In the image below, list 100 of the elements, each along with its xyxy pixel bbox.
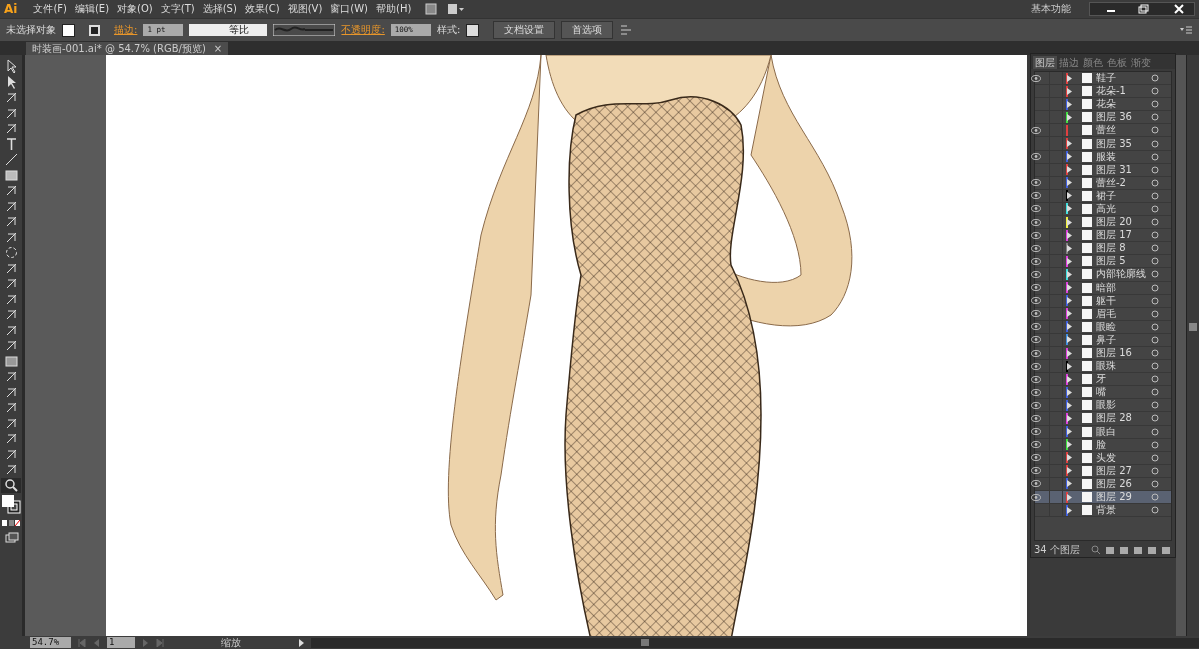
expand-triangle-icon[interactable] [1066,244,1072,252]
toolbar-button[interactable]: 首选项 [561,21,614,39]
expand-triangle-icon[interactable] [1066,428,1072,436]
target-circle-icon[interactable] [1151,270,1159,279]
search-icon[interactable] [1091,545,1101,555]
layer-row[interactable]: 牙 [1035,373,1171,387]
layer-row[interactable]: 花朵 [1035,98,1171,112]
target-circle-icon[interactable] [1151,349,1159,357]
expand-triangle-icon[interactable] [1066,454,1072,462]
panel-menu-icon[interactable] [1179,25,1193,35]
eye-icon[interactable] [1031,454,1041,462]
fill-swatch[interactable] [62,23,75,37]
target-circle-icon[interactable] [1151,322,1159,331]
eye-icon[interactable] [1031,153,1041,161]
stroke-profile-dropdown[interactable]: 等比 [189,24,268,36]
panel-tab[interactable]: 渐变 [1129,56,1153,69]
layer-row[interactable]: 眉毛 [1035,307,1171,321]
layer-row[interactable]: 图层 20 [1035,216,1171,230]
menu-item[interactable]: 编辑(E) [70,2,114,16]
opacity-link[interactable]: 不透明度: [341,23,385,37]
document-tab[interactable]: 时装画-001.ai* @ 54.7% (RGB/预览) × [26,42,229,55]
target-circle-icon[interactable] [1151,283,1159,292]
style-swatch[interactable] [466,23,480,37]
menu-item[interactable]: 效果(C) [240,2,284,16]
expand-triangle-icon[interactable] [1066,375,1072,383]
target-circle-icon[interactable] [1151,87,1159,96]
arrange-documents-icon[interactable] [447,3,466,15]
expand-triangle-icon[interactable] [1066,401,1072,409]
eye-icon[interactable] [1031,179,1041,187]
status-menu-icon[interactable] [296,638,305,647]
eye-icon[interactable] [1031,218,1041,226]
layer-row[interactable]: 图层 16 [1035,346,1171,361]
expand-triangle-icon[interactable] [1066,415,1072,422]
menu-item[interactable]: 选择(S) [198,2,241,16]
grid-view-icon[interactable] [425,3,438,15]
target-circle-icon[interactable] [1151,152,1159,161]
layer-row[interactable]: 头发 [1035,451,1171,465]
eye-icon[interactable] [1031,480,1041,488]
brush-stroke-preview-icon[interactable] [273,24,336,36]
panel-tab[interactable]: 颜色 [1081,56,1105,69]
eye-icon[interactable] [1031,74,1041,82]
expand-triangle-icon[interactable] [1066,74,1072,82]
eye-icon[interactable] [1031,428,1041,436]
eye-icon[interactable] [1031,336,1041,344]
target-circle-icon[interactable] [1151,257,1159,266]
target-circle-icon[interactable] [1151,414,1159,423]
target-circle-icon[interactable] [1151,427,1159,436]
target-circle-icon[interactable] [1151,100,1159,109]
eye-icon[interactable] [1031,205,1041,213]
layer-row[interactable]: 图层 31 [1035,163,1171,177]
layer-row[interactable]: 花朵-1 [1035,85,1171,99]
target-circle-icon[interactable] [1151,440,1159,449]
stroke-link[interactable]: 描边: [114,23,138,37]
expand-triangle-icon[interactable] [1066,362,1072,370]
expand-triangle-icon[interactable] [1066,231,1072,239]
layer-row[interactable]: 背景 [1035,504,1171,518]
expand-triangle-icon[interactable] [1066,179,1072,187]
target-circle-icon[interactable] [1151,362,1159,371]
zoom-icon[interactable] [3,477,19,493]
eye-icon[interactable] [1031,441,1041,449]
target-circle-icon[interactable] [1151,479,1159,488]
layer-row[interactable]: 图层 36 [1035,111,1171,125]
expand-triangle-icon[interactable] [1066,166,1072,174]
eye-icon[interactable] [1031,297,1041,305]
eye-icon[interactable] [1031,284,1041,292]
target-circle-icon[interactable] [1151,244,1159,253]
eye-icon[interactable] [1031,415,1041,422]
target-circle-icon[interactable] [1151,335,1159,344]
eye-icon[interactable] [1031,270,1041,278]
expand-triangle-icon[interactable] [1066,388,1072,396]
menu-item[interactable]: 视图(V) [283,2,327,16]
artboard-number-field[interactable]: 1 [107,637,135,648]
layer-row[interactable]: 图层 17 [1035,229,1171,243]
target-circle-icon[interactable] [1151,139,1159,148]
panel-tab[interactable]: 色板 [1105,56,1129,69]
eye-icon[interactable] [1031,349,1041,357]
eye-icon[interactable] [1031,388,1041,396]
layer-row[interactable]: 图层 27 [1035,464,1171,478]
layer-row[interactable]: 图层 8 [1035,242,1171,256]
vertical-scrollbar[interactable] [1186,55,1199,636]
panel-tab[interactable]: 图层 [1033,56,1057,69]
eye-icon[interactable] [1031,323,1041,331]
expand-triangle-icon[interactable] [1066,441,1072,449]
eye-icon[interactable] [1031,362,1041,370]
expand-triangle-icon[interactable] [1066,270,1072,278]
target-circle-icon[interactable] [1151,401,1159,410]
expand-triangle-icon[interactable] [1066,140,1072,147]
eye-icon[interactable] [1031,126,1041,134]
target-circle-icon[interactable] [1151,191,1159,200]
expand-triangle-icon[interactable] [1066,113,1072,121]
expand-triangle-icon[interactable] [1066,467,1072,475]
rotate-icon[interactable] [3,245,19,261]
layer-row[interactable]: 内部轮廓线 [1035,268,1171,282]
stroke-swatch[interactable] [89,24,100,36]
eye-icon[interactable] [1031,257,1041,265]
target-circle-icon[interactable] [1151,453,1159,462]
layer-row[interactable]: 鞋子 [1035,72,1171,86]
eye-icon[interactable] [1031,231,1041,239]
expand-triangle-icon[interactable] [1066,310,1072,318]
target-circle-icon[interactable] [1151,205,1159,213]
